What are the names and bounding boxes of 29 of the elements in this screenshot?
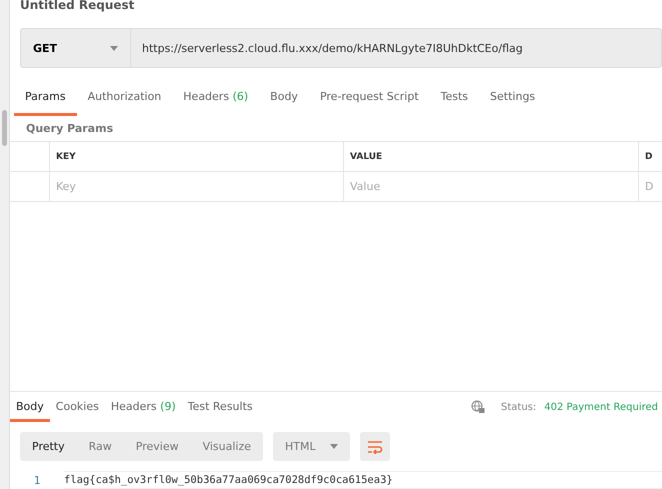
column-header: D <box>639 142 662 172</box>
request-title: Untitled Request <box>19 0 136 14</box>
request-tab[interactable]: Body <box>259 76 309 116</box>
caret-icon <box>330 444 338 449</box>
response-tab[interactable]: Test Results <box>182 392 259 422</box>
view-mode-tab[interactable]: Pretty <box>20 432 77 461</box>
column-header: VALUE <box>344 142 639 172</box>
response-tab[interactable]: Body <box>10 392 50 422</box>
response-tab[interactable]: Cookies <box>50 392 105 422</box>
request-tab[interactable]: Authorization <box>76 76 172 116</box>
globe-lock-icon[interactable] <box>471 400 486 414</box>
response-tab[interactable]: Headers (9) <box>104 392 182 422</box>
line-number: 1 <box>32 474 42 486</box>
scrollbar-thumb[interactable] <box>2 110 7 146</box>
code-line: flag{ca$h_ov3rfl0w_50b36a77aa069ca7028df9c0ca615ea3} <box>64 471 662 489</box>
request-tab[interactable]: Settings <box>479 76 546 116</box>
wrap-lines-icon[interactable] <box>360 432 390 461</box>
status-value: 402 Payment Required <box>544 402 658 412</box>
status-label: Status: <box>501 402 536 412</box>
format-dropdown[interactable]: HTML <box>273 432 350 461</box>
request-tab[interactable]: Headers (6) <box>172 76 260 116</box>
request-tab[interactable]: Tests <box>430 76 480 116</box>
section-title: Query Params <box>25 121 114 137</box>
request-tab[interactable]: Params <box>14 76 77 116</box>
column-header: KEY <box>50 142 344 172</box>
view-mode-tab[interactable]: Raw <box>76 432 124 461</box>
request-tab[interactable]: Pre-request Script <box>308 76 430 116</box>
view-mode-tab[interactable]: Preview <box>124 432 191 461</box>
view-mode-tab[interactable]: Visualize <box>190 432 264 461</box>
